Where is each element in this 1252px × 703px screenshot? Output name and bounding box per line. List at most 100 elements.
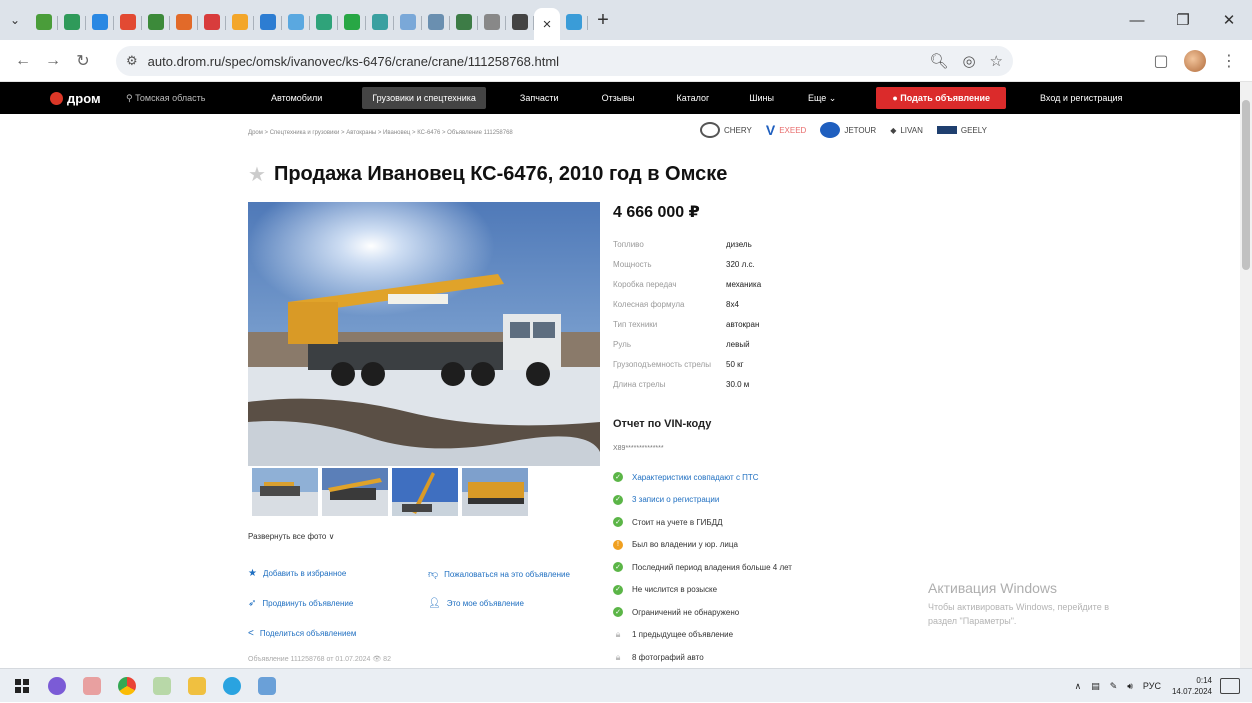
notepad-app[interactable] [251,669,283,703]
tab[interactable] [114,7,142,37]
excel-app[interactable] [146,669,178,703]
restore-button[interactable]: ❐ [1160,0,1206,40]
brand-livan[interactable]: ◆ LIVAN [890,126,923,135]
notifications-icon[interactable] [1220,678,1240,694]
pen-icon[interactable]: ✎ [1110,681,1118,692]
forward-button[interactable]: → [38,46,68,76]
tab[interactable] [226,7,254,37]
profile-avatar[interactable] [1184,50,1206,72]
scrollbar-thumb[interactable] [1242,100,1250,270]
add-to-favorites-link[interactable]: ★ Добавить в избранное [248,568,346,579]
back-button[interactable]: ← [8,46,38,76]
thumbnail-3[interactable] [392,468,458,516]
tab-favicon-icon [484,14,500,30]
site-settings-icon[interactable]: ⚙ [126,53,138,69]
tab-search-dropdown[interactable]: ⌄ [0,0,30,40]
browser-menu-icon[interactable]: ⋮ [1214,46,1244,76]
user-icon: 👤︎ [428,598,441,609]
login-link[interactable]: Вход и регистрация [1040,93,1122,103]
vin-check-item[interactable]: ✓ 3 записи о регистрации [613,489,792,512]
network-icon[interactable]: ▤ [1091,681,1100,692]
language-indicator[interactable]: РУС [1143,681,1161,691]
tab[interactable] [30,7,58,37]
windows-logo-icon [15,678,29,693]
complain-link[interactable]: 👎︎ Пожаловаться на это объявление [428,568,570,580]
geely-logo-icon [936,126,957,134]
promote-ad-link[interactable]: ➶ Продвинуть объявление [248,598,353,609]
reload-button[interactable]: ↻ [68,46,98,76]
tab[interactable] [560,7,588,37]
nav-reviews[interactable]: Отзывы [602,93,635,103]
volume-icon[interactable]: 🔊︎ [1127,681,1133,692]
tab[interactable] [310,7,338,37]
page-scrollbar[interactable] [1240,82,1252,668]
breadcrumb[interactable]: Дром > Спецтехника и грузовики > Автокра… [248,130,513,136]
ad-info: Объявление 111258768 от 01.07.2024 👁 82 [248,656,391,663]
new-tab-button[interactable]: + [588,0,618,40]
telegram-app[interactable] [216,669,248,703]
main-photo[interactable] [248,202,600,466]
zoom-icon[interactable]: 🔍︎ [929,52,948,70]
thumbnail-2[interactable] [322,468,388,516]
share-ad-link[interactable]: < Поделиться объявлением [248,628,356,639]
tab[interactable] [86,7,114,37]
expand-all-photos-link[interactable]: Развернуть все фото ∨ [248,532,334,541]
tab[interactable] [338,7,366,37]
tab-list: × [30,0,588,40]
check-icon: ✓ [613,607,623,618]
spec-value: 8x4 [726,300,739,309]
brand-exeed[interactable]: V EXEED [766,122,806,138]
nav-parts[interactable]: Запчасти [520,93,559,103]
vin-check-item[interactable]: ✓ Характеристики совпадают с ПТС [613,466,792,489]
spec-label: Длина стрелы [613,380,666,389]
drom-logo[interactable]: дром [50,91,120,106]
bookmark-star-icon[interactable]: ☆ [990,52,1003,70]
tab-favicon-icon [64,14,80,30]
clock[interactable]: 0:14 14.07.2024 [1172,675,1212,697]
my-ad-link[interactable]: 👤︎ Это мое объявление [428,598,524,609]
nav-trucks[interactable]: Грузовики и спецтехника [362,87,486,109]
tab[interactable] [170,7,198,37]
chrome-app[interactable] [111,669,143,703]
tab[interactable] [506,7,534,37]
tray-overflow-icon[interactable]: ∧ [1075,681,1082,692]
nav-cars[interactable]: Автомобили [271,93,322,103]
extensions-icon[interactable]: ▢ [1146,46,1176,76]
minimize-button[interactable]: — [1114,0,1160,40]
tab-favicon-icon [232,14,248,30]
tab[interactable] [198,7,226,37]
windows-activation-watermark: Активация Windows Чтобы активировать Win… [928,580,1109,626]
brand-jetour[interactable]: JETOUR [820,122,876,138]
submit-ad-button[interactable]: ● Подать объявление [876,87,1007,109]
tab[interactable] [366,7,394,37]
start-button[interactable] [6,669,38,703]
explorer-app[interactable] [181,669,213,703]
tab[interactable] [58,7,86,37]
tab[interactable] [282,7,310,37]
paint-app[interactable] [76,669,108,703]
region-selector[interactable]: ⚲ Томская область [126,93,276,104]
tab-close-icon[interactable]: × [543,16,552,33]
brand-geely[interactable]: GEELY [936,126,987,135]
url-text[interactable]: auto.drom.ru/spec/omsk/ivanovec/ks-6476/… [148,54,559,69]
nav-more[interactable]: Еще ⌄ [808,93,836,104]
tab[interactable] [450,7,478,37]
tab[interactable] [394,7,422,37]
drom-logo-icon [50,91,63,105]
nav-catalog[interactable]: Каталог [677,93,710,103]
tracking-protection-icon[interactable]: ◎ [962,52,975,70]
favorite-star-icon[interactable]: ★ [248,162,266,187]
vin-check-item: 🔒︎ 8 фотографий авто [613,646,792,668]
close-window-button[interactable]: ✕ [1206,0,1252,40]
tab[interactable] [254,7,282,37]
tab[interactable] [478,7,506,37]
address-bar[interactable]: ⚙ auto.drom.ru/spec/omsk/ivanovec/ks-647… [116,46,1013,76]
tab[interactable] [142,7,170,37]
thumbnail-1[interactable] [252,468,318,516]
brand-chery[interactable]: CHERY [700,122,752,138]
viber-app[interactable] [41,669,73,703]
tab-active[interactable]: × [534,8,560,40]
nav-tires[interactable]: Шины [749,93,774,103]
thumbnail-4[interactable] [462,468,528,516]
tab[interactable] [422,7,450,37]
